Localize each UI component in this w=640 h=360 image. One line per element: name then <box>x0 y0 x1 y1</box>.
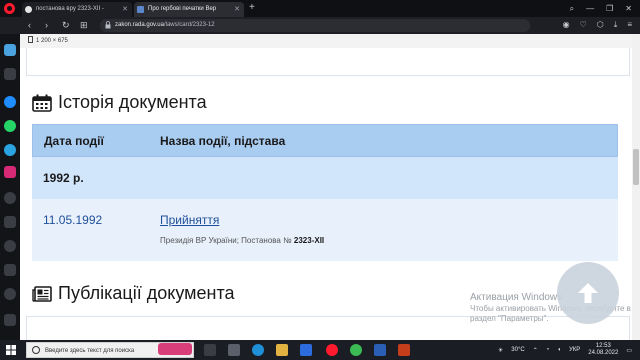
search-highlight-art-icon[interactable] <box>158 343 192 355</box>
download-icon[interactable]: ⤓ <box>614 19 618 31</box>
search-icon <box>32 346 40 354</box>
messenger-icon[interactable] <box>4 96 16 108</box>
heart-icon[interactable] <box>4 264 16 276</box>
tab-title: постанова вру 2323-XII - <box>36 6 104 12</box>
table-header: Дата події Назва події, підстава <box>32 124 618 157</box>
word-icon[interactable] <box>374 344 386 356</box>
maximize-icon[interactable]: ❐ <box>606 4 613 13</box>
address-toolbar: ‹ › ↻ ⊞ zakon.rada.gov.ua/laws/card/2323… <box>0 17 640 34</box>
newspaper-icon <box>32 285 52 302</box>
event-basis: Президія ВР України; Постанова № 2323-XI… <box>160 236 325 245</box>
extensions-icon[interactable]: ⬡ <box>597 19 604 31</box>
speed-dial-icon[interactable]: ⊞ <box>80 19 88 31</box>
reload-icon[interactable]: ↻ <box>62 19 70 31</box>
browser-tab-strip: постанова вру 2323-XII - ✕ Про гербові п… <box>0 0 640 17</box>
page-scrollbar[interactable] <box>632 34 640 340</box>
window-controls: ⌕ — ❐ ✕ <box>570 0 640 17</box>
rada-favicon-icon <box>137 6 144 13</box>
store-icon[interactable] <box>300 344 312 356</box>
camera-icon[interactable]: ◉ <box>563 19 570 31</box>
arrow-up-icon <box>578 283 598 303</box>
history-table: Дата події Назва події, підстава 1992 р.… <box>32 124 618 261</box>
google-favicon-icon <box>25 6 32 13</box>
chrome-icon[interactable] <box>350 344 362 356</box>
event-link-adoption[interactable]: Прийняття <box>160 213 219 227</box>
opera-sidebar <box>0 34 20 340</box>
history-title: Історія документа <box>58 92 207 112</box>
search-tabs-icon[interactable]: ⌕ <box>570 4 574 14</box>
clock[interactable]: 12:53 24.08.2022 <box>588 343 618 357</box>
taskbar-search-placeholder: Введите здесь текст для поиска <box>45 348 135 354</box>
workspace-icon[interactable] <box>4 44 16 56</box>
volume-icon[interactable]: ◖ <box>557 347 561 353</box>
windows-taskbar: Введите здесь текст для поиска ☀ 30°C ⌃ … <box>0 340 640 360</box>
app-icon[interactable] <box>398 344 410 356</box>
more-icon[interactable] <box>4 314 16 326</box>
windows-start-icon[interactable] <box>6 345 16 355</box>
calendar-icon <box>32 94 52 112</box>
task-view-icon[interactable] <box>204 344 216 356</box>
browser-tab-2-active[interactable]: Про гербові печатки Вер ✕ <box>134 2 244 17</box>
settings-icon[interactable]: ≡ <box>627 19 632 31</box>
lock-icon <box>105 21 111 29</box>
column-header-date: Дата події <box>44 133 104 148</box>
pinboard-icon[interactable] <box>4 216 16 228</box>
file-explorer-icon[interactable] <box>276 344 288 356</box>
network-icon[interactable]: ◔ <box>546 347 550 353</box>
event-date: 11.05.1992 <box>43 213 103 227</box>
url-text: zakon.rada.gov.ua/laws/card/2323-12 <box>115 22 215 28</box>
tab-title: Про гербові печатки Вер <box>148 6 217 12</box>
address-field[interactable]: zakon.rada.gov.ua/laws/card/2323-12 <box>100 19 530 32</box>
browser-tab-1[interactable]: постанова вру 2323-XII - ✕ <box>22 2 132 17</box>
language-indicator[interactable]: УКР <box>569 347 580 353</box>
telegram-icon[interactable] <box>4 144 16 156</box>
toolbar-icons: ◉ ♡ ⬡ ⤓ ≡ <box>563 19 632 31</box>
opera-taskbar-icon[interactable] <box>326 344 338 356</box>
back-icon[interactable]: ‹ <box>28 19 31 31</box>
table-row: 11.05.1992 Прийняття Президія ВР України… <box>32 199 618 261</box>
close-window-icon[interactable]: ✕ <box>625 4 632 13</box>
minimize-icon[interactable]: — <box>586 4 594 13</box>
widgets-icon[interactable] <box>228 344 240 356</box>
tray-chevron-icon[interactable]: ⌃ <box>533 347 538 354</box>
year-row: 1992 р. <box>32 157 618 199</box>
close-tab-icon[interactable]: ✕ <box>234 2 240 17</box>
new-tab-button[interactable]: + <box>249 1 255 15</box>
publications-title: Публікації документа <box>58 283 235 303</box>
bookmark-icon[interactable]: ♡ <box>580 19 587 31</box>
notifications-icon[interactable]: ▭ <box>626 347 632 354</box>
close-tab-icon[interactable]: ✕ <box>122 2 128 17</box>
column-header-name: Назва події, підстава <box>160 133 286 148</box>
apps-icon[interactable] <box>4 68 16 80</box>
scroll-to-top-button[interactable] <box>557 262 619 324</box>
scrollbar-thumb[interactable] <box>633 149 639 185</box>
edge-icon[interactable] <box>252 344 264 356</box>
opera-menu-icon[interactable] <box>4 3 15 14</box>
player-icon[interactable] <box>4 192 16 204</box>
history-icon[interactable] <box>4 240 16 252</box>
weather-temp[interactable]: 30°C <box>511 347 524 353</box>
settings-sidebar-icon[interactable] <box>4 288 16 300</box>
publications-section-title: Публікації документа <box>32 283 235 304</box>
weather-icon[interactable]: ☀ <box>498 347 503 354</box>
history-section-title: Історія документа <box>32 92 207 113</box>
system-tray: ☀ 30°C ⌃ ◔ ◖ УКР 12:53 24.08.2022 ▭ <box>498 340 632 360</box>
screen: постанова вру 2323-XII - ✕ Про гербові п… <box>0 0 640 360</box>
forward-icon[interactable]: › <box>45 19 48 31</box>
instagram-icon[interactable] <box>4 166 16 178</box>
document-icon <box>28 36 33 43</box>
image-dimension-bar: 1 200 × 675 <box>20 34 632 48</box>
previous-card-bottom <box>26 48 630 76</box>
whatsapp-icon[interactable] <box>4 120 16 132</box>
